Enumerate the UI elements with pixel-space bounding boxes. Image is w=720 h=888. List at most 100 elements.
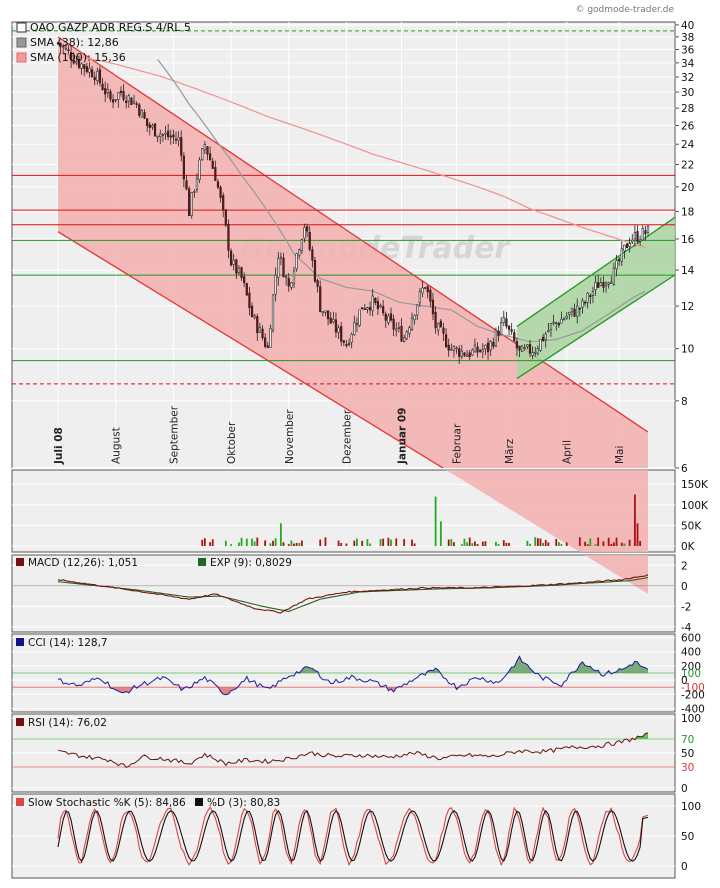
candle-body bbox=[621, 249, 623, 261]
stochastic-d-label: %D (3): 80,83 bbox=[207, 797, 280, 809]
candle-body bbox=[605, 283, 607, 285]
candle-body bbox=[249, 293, 251, 308]
candle-body bbox=[133, 102, 135, 104]
candle-body bbox=[146, 119, 148, 126]
volume-bar bbox=[230, 544, 232, 546]
volume-bar bbox=[440, 521, 442, 546]
stochastic-axis: 100500 bbox=[681, 801, 701, 873]
candle-body bbox=[97, 71, 99, 80]
rsi-label: RSI (14): 76,02 bbox=[28, 717, 107, 729]
candle-body bbox=[246, 283, 248, 295]
legend-swatch-macd bbox=[16, 558, 24, 566]
volume-bar bbox=[212, 539, 214, 546]
candle-body bbox=[309, 232, 311, 249]
candle-body bbox=[236, 260, 238, 274]
volume-bar bbox=[587, 544, 589, 546]
candle-body bbox=[616, 261, 618, 269]
y-tick-label: 40 bbox=[681, 20, 694, 32]
volume-bar bbox=[529, 544, 531, 546]
y-tick-label: 150K bbox=[681, 479, 709, 491]
candle-body bbox=[639, 240, 641, 241]
candle-body bbox=[354, 322, 356, 334]
candle-body bbox=[443, 328, 445, 333]
volume-bar bbox=[624, 543, 626, 546]
candle-body bbox=[490, 342, 492, 350]
candle-body bbox=[637, 231, 639, 241]
volume-bar bbox=[283, 542, 285, 546]
volume-bar bbox=[555, 539, 557, 546]
candle-body bbox=[301, 240, 303, 251]
candle-body bbox=[188, 189, 190, 216]
candle-body bbox=[437, 323, 439, 330]
candle-body bbox=[144, 112, 146, 118]
volume-bar bbox=[382, 539, 384, 546]
candle-body bbox=[647, 226, 649, 232]
cci-panel: 6004002001000-100-200-400 CCI (14): 128,… bbox=[12, 633, 705, 716]
candle-body bbox=[432, 300, 434, 314]
y-tick-label: 6 bbox=[681, 463, 688, 475]
volume-bar bbox=[477, 544, 479, 546]
volume-bar bbox=[471, 543, 473, 546]
volume-bar bbox=[579, 537, 581, 546]
candle-body bbox=[532, 353, 534, 356]
candle-body bbox=[243, 277, 245, 283]
candle-body bbox=[159, 134, 161, 137]
candle-body bbox=[285, 277, 287, 278]
candle-body bbox=[624, 245, 626, 251]
volume-bar bbox=[461, 544, 463, 546]
volume-bar bbox=[380, 539, 382, 546]
candle-body bbox=[642, 228, 644, 240]
stochastic-k-label: Slow Stochastic %K (5): 84,86 bbox=[28, 797, 186, 809]
candle-body bbox=[430, 290, 432, 301]
y-tick-label: -200 bbox=[681, 689, 705, 701]
legend-sma100: SMA (100): 15,36 bbox=[30, 51, 126, 64]
candle-body bbox=[613, 268, 615, 284]
candle-body bbox=[322, 311, 324, 312]
volume-bar bbox=[498, 544, 500, 546]
candle-body bbox=[592, 291, 594, 295]
candle-body bbox=[343, 341, 345, 343]
volume-bar bbox=[526, 541, 528, 546]
candle-body bbox=[393, 319, 395, 329]
candle-body bbox=[306, 227, 308, 231]
candle-body bbox=[275, 275, 277, 294]
candle-body bbox=[89, 68, 91, 72]
candle-body bbox=[479, 350, 481, 351]
legend-swatch-price bbox=[17, 23, 26, 32]
volume-bar bbox=[403, 539, 405, 546]
rsi-panel: 1007050300 RSI (14): 76,02 bbox=[12, 713, 701, 795]
candle-body bbox=[238, 268, 240, 273]
volume-bar bbox=[340, 543, 342, 546]
candle-body bbox=[272, 295, 274, 330]
candle-body bbox=[125, 101, 127, 103]
candle-body bbox=[377, 301, 379, 308]
y-tick-label: 14 bbox=[681, 265, 695, 277]
macd-label: MACD (12,26): 1,051 bbox=[28, 557, 138, 569]
y-tick-label: 30 bbox=[681, 87, 694, 99]
candle-body bbox=[527, 345, 529, 347]
candle-body bbox=[555, 323, 557, 324]
candle-body bbox=[440, 321, 442, 327]
volume-bar bbox=[201, 540, 203, 546]
candle-body bbox=[170, 136, 172, 137]
candle-body bbox=[495, 330, 497, 346]
y-tick-label: 8 bbox=[681, 396, 688, 408]
y-tick-label: 26 bbox=[681, 121, 695, 133]
x-tick-label: Februar bbox=[452, 423, 464, 464]
volume-bar bbox=[464, 539, 466, 546]
candle-body bbox=[209, 154, 211, 160]
candle-body bbox=[196, 178, 198, 189]
candle-body bbox=[267, 346, 269, 348]
candle-body bbox=[519, 346, 521, 350]
candle-body bbox=[175, 139, 177, 140]
x-tick-label: Oktober bbox=[226, 421, 238, 464]
candle-body bbox=[178, 137, 180, 140]
candle-body bbox=[466, 355, 468, 357]
candle-body bbox=[548, 330, 550, 331]
candle-body bbox=[228, 224, 230, 250]
candle-body bbox=[469, 353, 471, 357]
volume-bar bbox=[453, 542, 455, 546]
x-tick-label: September bbox=[168, 405, 180, 464]
candle-body bbox=[201, 149, 203, 160]
candle-body bbox=[506, 319, 508, 326]
